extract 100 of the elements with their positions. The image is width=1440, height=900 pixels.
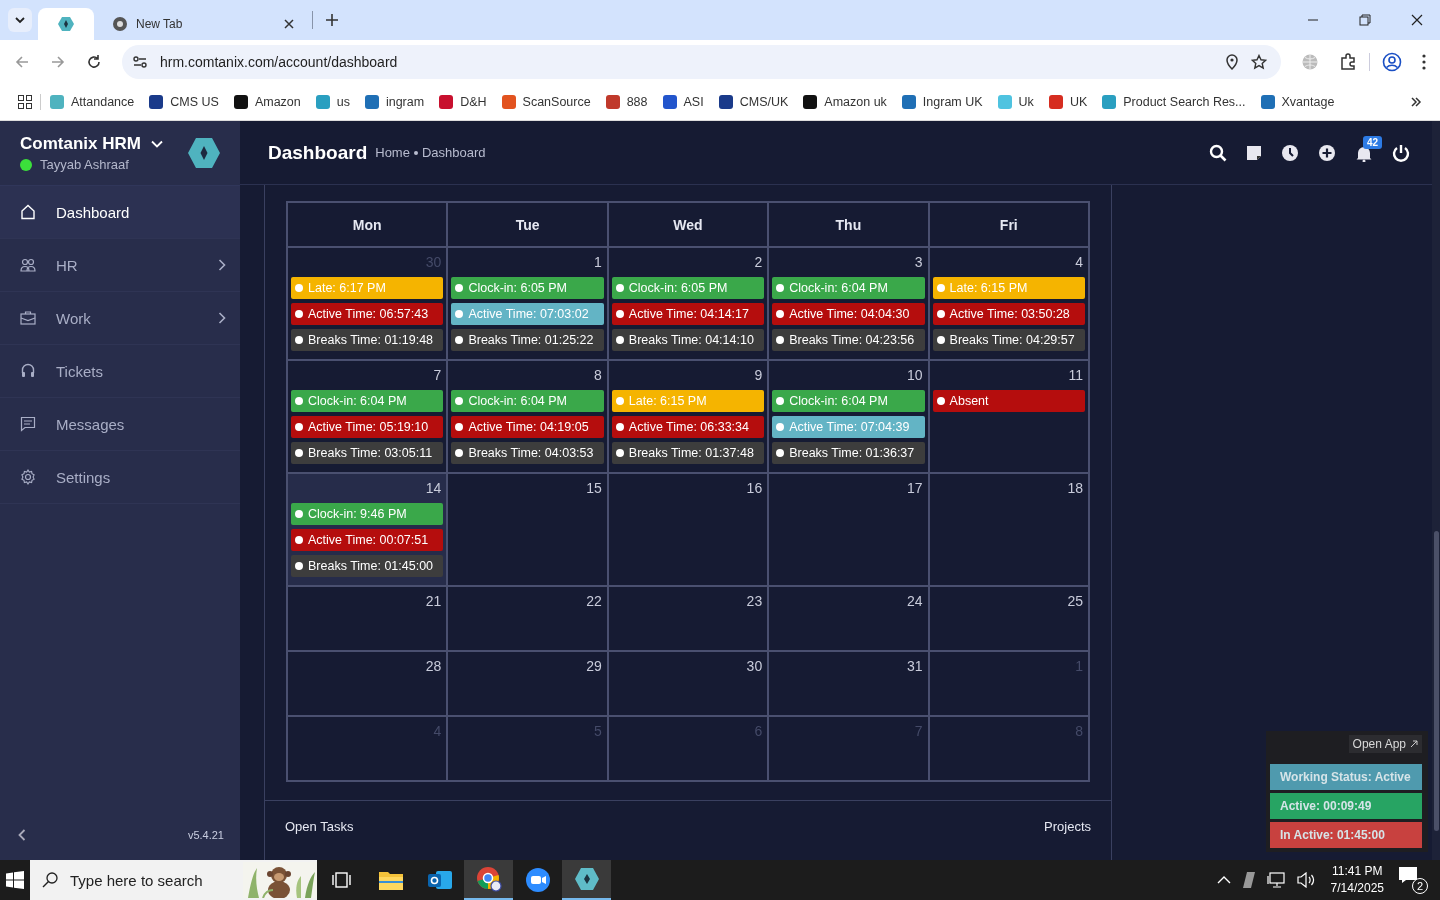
- day-cell[interactable]: 14 Clock-in: 9:46 PM Active Time: 00:07:51 Breaks Time: 01:45:00: [288, 474, 447, 585]
- bookmark[interactable]: 888: [604, 94, 648, 110]
- close-icon[interactable]: [284, 19, 294, 29]
- plus-icon[interactable]: [325, 13, 339, 27]
- nav-item[interactable]: Dashboard: [0, 186, 240, 239]
- add-circle-icon[interactable]: [1318, 143, 1336, 162]
- attendance-event[interactable]: Breaks Time: 04:03:53: [451, 442, 604, 464]
- attendance-event[interactable]: Breaks Time: 04:29:57: [932, 329, 1085, 351]
- power-icon[interactable]: [1392, 143, 1410, 162]
- attendance-event[interactable]: Breaks Time: 01:19:48: [291, 329, 444, 351]
- attendance-event[interactable]: Breaks Time: 01:36:37: [772, 442, 925, 464]
- scrollbar[interactable]: [1432, 121, 1440, 860]
- attendance-event[interactable]: Active Time: 04:19:05: [451, 416, 604, 438]
- close-icon[interactable]: [1411, 14, 1423, 26]
- attendance-event[interactable]: Breaks Time: 01:25:22: [451, 329, 604, 351]
- clock[interactable]: 11:41 PM 7/14/2025: [1330, 863, 1384, 897]
- bookmark[interactable]: D&H: [438, 94, 487, 110]
- tab-search-button[interactable]: [8, 8, 32, 32]
- bookmark[interactable]: Attandance: [49, 94, 135, 110]
- bookmark[interactable]: Amazon uk: [802, 94, 887, 110]
- browser-tab[interactable]: New Tab: [100, 8, 306, 40]
- bookmark[interactable]: Ingram UK: [900, 94, 983, 110]
- bookmark[interactable]: ScanSource: [500, 94, 591, 110]
- day-cell[interactable]: 16: [608, 474, 768, 585]
- apps-grid-icon[interactable]: [18, 95, 32, 109]
- notification-center-button[interactable]: 2: [1398, 866, 1428, 894]
- address-bar[interactable]: hrm.comtanix.com/account/dashboard: [122, 45, 1281, 79]
- day-cell[interactable]: 15: [448, 474, 607, 585]
- collapse-chevron-icon[interactable]: [18, 829, 26, 841]
- day-cell[interactable]: 17: [769, 474, 928, 585]
- day-cell[interactable]: 30: [608, 652, 768, 715]
- day-cell[interactable]: 25: [929, 587, 1088, 650]
- day-cell[interactable]: 2 Clock-in: 6:05 PM Active Time: 04:14:17 Breaks Time: 04:14:10: [608, 248, 768, 359]
- bookmark[interactable]: UK: [1047, 94, 1088, 110]
- day-cell[interactable]: 11 Absent: [929, 361, 1088, 472]
- attendance-event[interactable]: Breaks Time: 04:23:56: [772, 329, 925, 351]
- star-icon[interactable]: [1251, 54, 1267, 70]
- day-cell[interactable]: 9 Late: 6:15 PM Active Time: 06:33:34 Breaks Time: 01:37:48: [608, 361, 768, 472]
- breadcrumb-item[interactable]: Home: [375, 145, 410, 160]
- attendance-event[interactable]: Active Time: 00:07:51: [291, 529, 444, 551]
- sticky-note-icon[interactable]: [1246, 144, 1262, 161]
- bookmark[interactable]: CMS/UK: [717, 94, 789, 110]
- volume-icon[interactable]: [1296, 872, 1315, 888]
- bookmark[interactable]: Xvantage: [1259, 94, 1335, 110]
- chevron-double-right-icon[interactable]: [1410, 96, 1422, 108]
- attendance-event[interactable]: Active Time: 03:50:28: [932, 303, 1085, 325]
- bookmark[interactable]: Amazon: [232, 94, 301, 110]
- bookmark[interactable]: Uk: [996, 94, 1034, 110]
- day-cell[interactable]: 7 Clock-in: 6:04 PM Active Time: 05:19:10 Breaks Time: 03:05:11: [288, 361, 447, 472]
- day-cell[interactable]: 4 Late: 6:15 PM Active Time: 03:50:28 Breaks Time: 04:29:57: [929, 248, 1088, 359]
- open-app-button[interactable]: Open App: [1348, 735, 1422, 753]
- day-cell[interactable]: 8 Clock-in: 6:04 PM Active Time: 04:19:05 Breaks Time: 04:03:53: [448, 361, 607, 472]
- day-cell[interactable]: 10 Clock-in: 6:04 PM Active Time: 07:04:39 Breaks Time: 01:36:37: [769, 361, 928, 472]
- day-cell[interactable]: 21: [288, 587, 447, 650]
- taskbar-app[interactable]: [464, 860, 513, 900]
- bookmark[interactable]: Product Search Res...: [1101, 94, 1246, 110]
- search-icon[interactable]: [1209, 143, 1227, 162]
- nav-item[interactable]: HR: [0, 239, 240, 292]
- back-icon[interactable]: [14, 54, 30, 70]
- network-icon[interactable]: [1266, 872, 1285, 888]
- nav-item[interactable]: Work: [0, 292, 240, 345]
- menu-icon[interactable]: [1422, 54, 1426, 70]
- attendance-event[interactable]: Absent: [932, 390, 1085, 412]
- caret-up-icon[interactable]: [1216, 875, 1231, 885]
- search-field[interactable]: Type here to search: [68, 870, 232, 890]
- day-cell[interactable]: 1 Clock-in: 6:05 PM Active Time: 07:03:02 Breaks Time: 01:25:22: [448, 248, 607, 359]
- bookmark[interactable]: ingram: [363, 94, 425, 110]
- site-settings-icon[interactable]: [132, 54, 148, 70]
- attendance-event[interactable]: Active Time: 04:14:17: [611, 303, 765, 325]
- bookmark[interactable]: ASI: [661, 94, 704, 110]
- bookmark[interactable]: us: [314, 94, 350, 110]
- location-pin-icon[interactable]: [1225, 54, 1239, 70]
- chevron-down-icon[interactable]: [150, 138, 163, 150]
- nav-item[interactable]: Tickets: [0, 345, 240, 398]
- day-cell[interactable]: 31: [769, 652, 928, 715]
- taskbar-search-box[interactable]: Type here to search: [30, 860, 317, 900]
- nav-item[interactable]: Settings: [0, 451, 240, 504]
- clock-icon[interactable]: [1281, 143, 1299, 162]
- day-cell[interactable]: 22: [448, 587, 607, 650]
- reload-icon[interactable]: [86, 54, 102, 70]
- day-cell[interactable]: 23: [608, 587, 768, 650]
- nav-item[interactable]: Messages: [0, 398, 240, 451]
- windows-start-icon[interactable]: [6, 871, 24, 889]
- tray-app-icon[interactable]: [1242, 872, 1255, 888]
- attendance-event[interactable]: Active Time: 05:19:10: [291, 416, 444, 438]
- day-cell[interactable]: 24: [769, 587, 928, 650]
- day-cell[interactable]: 28: [288, 652, 447, 715]
- day-cell[interactable]: 3 Clock-in: 6:04 PM Active Time: 04:04:30 Breaks Time: 04:23:56: [769, 248, 928, 359]
- bookmark[interactable]: CMS US: [148, 94, 219, 110]
- attendance-event[interactable]: Active Time: 04:04:30: [772, 303, 925, 325]
- attendance-event[interactable]: Breaks Time: 03:05:11: [291, 442, 444, 464]
- forward-icon[interactable]: [50, 54, 66, 70]
- day-cell[interactable]: 18: [929, 474, 1088, 585]
- attendance-event[interactable]: Breaks Time: 04:14:10: [611, 329, 765, 351]
- extensions-icon[interactable]: [1339, 53, 1357, 71]
- restore-icon[interactable]: [1359, 14, 1371, 26]
- day-cell[interactable]: 29: [448, 652, 607, 715]
- attendance-event[interactable]: Active Time: 06:57:43: [291, 303, 444, 325]
- attendance-event[interactable]: Breaks Time: 01:37:48: [611, 442, 765, 464]
- profile-icon[interactable]: [1382, 52, 1402, 72]
